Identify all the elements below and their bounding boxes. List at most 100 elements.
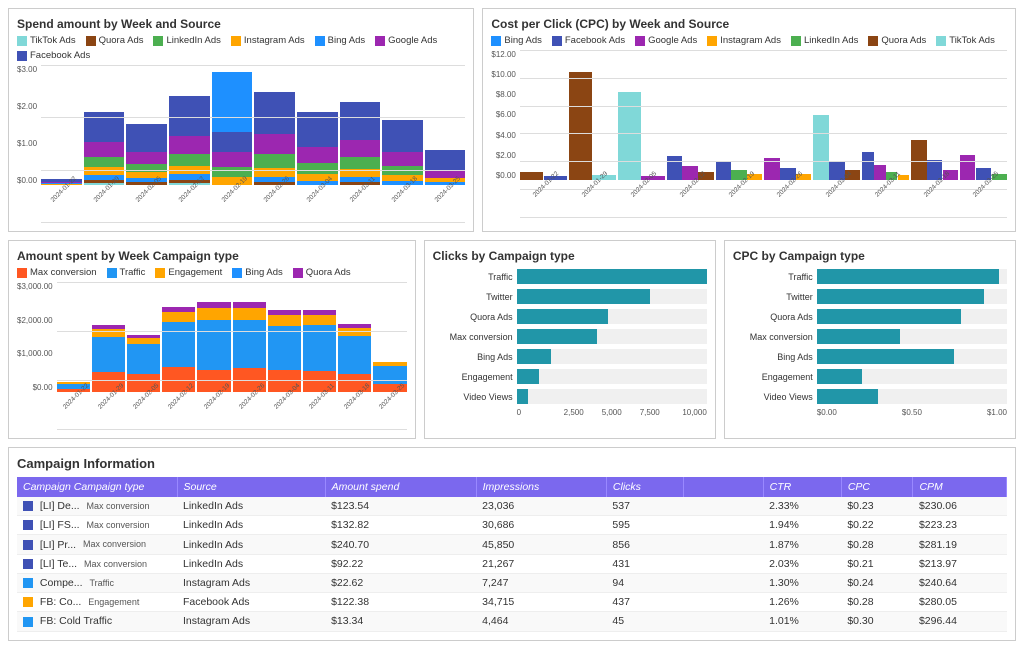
impressions-4: 21,267: [476, 554, 606, 573]
spend-xlabels: 2024-01-22 2024-01-29 2024-02-05 2024-02…: [41, 187, 465, 223]
cpc-row-bing: Bing Ads: [733, 349, 1007, 364]
col-spend: Amount spend: [325, 477, 476, 497]
cpc-1: $0.23: [841, 497, 913, 516]
clicks-3: 856: [606, 535, 683, 554]
col-source: Source: [177, 477, 325, 497]
clicks-5: 94: [606, 573, 683, 592]
cpc-legend-quora: Quora Ads: [868, 35, 926, 46]
cpc-row-quora: Quora Ads: [733, 309, 1007, 324]
empty-1: [683, 497, 763, 516]
cpc-row-twitter: Twitter: [733, 289, 1007, 304]
cpc-legend-tiktok: TikTok Ads: [936, 35, 995, 46]
source-7: Instagram Ads: [177, 612, 325, 631]
cpc-row-engagement: Engagement: [733, 369, 1007, 384]
campaign-name-5: Compe... Traffic: [17, 573, 177, 592]
empty-5: [683, 573, 763, 592]
impressions-2: 30,686: [476, 516, 606, 535]
source-1: LinkedIn Ads: [177, 497, 325, 516]
col-ctr: CTR: [763, 477, 841, 497]
cpc-legend: Bing Ads Facebook Ads Google Ads Instagr…: [491, 35, 1007, 46]
charts-row2: Amount spent by Week Campaign type Max c…: [8, 240, 1016, 439]
empty-4: [683, 554, 763, 573]
campaign-table-section: Campaign Information Campaign Campaign t…: [8, 447, 1016, 641]
source-2: LinkedIn Ads: [177, 516, 325, 535]
cpc-3: $0.28: [841, 535, 913, 554]
clicks-row-bing: Bing Ads: [433, 349, 707, 364]
clicks-row-quora: Quora Ads: [433, 309, 707, 324]
cpc-legend-instagram: Instagram Ads: [707, 35, 781, 46]
cpc-row-video: Video Views: [733, 389, 1007, 404]
amount-campaign-xlabels: 2024-01-22 2024-01-29 2024-02-05 2024-02…: [57, 394, 407, 430]
ctr-3: 1.87%: [763, 535, 841, 554]
table-row: [LI] Pr... Max conversion LinkedIn Ads $…: [17, 535, 1007, 554]
col-empty: [683, 477, 763, 497]
cpc-5: $0.24: [841, 573, 913, 592]
clicks-by-campaign-chart: Clicks by Campaign type Traffic Twitter …: [424, 240, 716, 439]
table-row: Compe... Traffic Instagram Ads $22.62 7,…: [17, 573, 1007, 592]
impressions-6: 34,715: [476, 593, 606, 612]
cpc-campaign-title: CPC by Campaign type: [733, 249, 1007, 263]
legend-bing: Bing Ads: [315, 35, 366, 46]
ctr-7: 1.01%: [763, 612, 841, 631]
legend-linkedin: LinkedIn Ads: [153, 35, 220, 46]
cpc-xlabels: 2024-01-22 2024-01-29 2024-02-05 2024-02…: [520, 182, 1007, 218]
source-6: Facebook Ads: [177, 593, 325, 612]
cpm-1: $230.06: [913, 497, 1007, 516]
impressions-1: 23,036: [476, 497, 606, 516]
spend-chart-title: Spend amount by Week and Source: [17, 17, 465, 31]
table-header-row: Campaign Campaign type Source Amount spe…: [17, 477, 1007, 497]
spend-bars: [41, 65, 465, 185]
clicks-row-engagement: Engagement: [433, 369, 707, 384]
cpc-legend-bing: Bing Ads: [491, 35, 542, 46]
cpc-legend-google: Google Ads: [635, 35, 697, 46]
legend-tiktok: TikTok Ads: [17, 35, 76, 46]
source-3: LinkedIn Ads: [177, 535, 325, 554]
spend-legend: TikTok Ads Quora Ads LinkedIn Ads Instag…: [17, 35, 465, 61]
cpc-legend-linkedin: LinkedIn Ads: [791, 35, 858, 46]
campaign-name-4: [LI] Te... Max conversion: [17, 554, 177, 573]
cpc-2: $0.22: [841, 516, 913, 535]
spend-2: $132.82: [325, 516, 476, 535]
cpc-row-traffic: Traffic: [733, 269, 1007, 284]
spend-6: $122.38: [325, 593, 476, 612]
spend-3: $240.70: [325, 535, 476, 554]
col-cpc: CPC: [841, 477, 913, 497]
cpm-6: $280.05: [913, 593, 1007, 612]
legend-google: Google Ads: [375, 35, 437, 46]
col-impressions: Impressions: [476, 477, 606, 497]
spend-5: $22.62: [325, 573, 476, 592]
legend-quora: Quora Ads: [86, 35, 144, 46]
campaign-name-7: FB: Cold Traffic: [17, 612, 177, 631]
clicks-row-video: Video Views: [433, 389, 707, 404]
cpc-by-week-chart: Cost per Click (CPC) by Week and Source …: [482, 8, 1016, 232]
cpm-4: $213.97: [913, 554, 1007, 573]
table-body: [LI] De... Max conversion LinkedIn Ads $…: [17, 497, 1007, 631]
cpc-7: $0.30: [841, 612, 913, 631]
clicks-row-twitter: Twitter: [433, 289, 707, 304]
col-clicks: Clicks: [606, 477, 683, 497]
clicks-row-maxconv: Max conversion: [433, 329, 707, 344]
cpc-bars: [520, 50, 1007, 180]
ctr-4: 2.03%: [763, 554, 841, 573]
cpc-by-campaign-chart: CPC by Campaign type Traffic Twitter Quo…: [724, 240, 1016, 439]
col-cpm: CPM: [913, 477, 1007, 497]
charts-row1: Spend amount by Week and Source TikTok A…: [8, 8, 1016, 232]
spend-7: $13.34: [325, 612, 476, 631]
empty-2: [683, 516, 763, 535]
col-campaign: Campaign Campaign type: [17, 477, 177, 497]
impressions-3: 45,850: [476, 535, 606, 554]
empty-3: [683, 535, 763, 554]
spend-1: $123.54: [325, 497, 476, 516]
impressions-5: 7,247: [476, 573, 606, 592]
cpm-5: $240.64: [913, 573, 1007, 592]
cpc-6: $0.28: [841, 593, 913, 612]
empty-7: [683, 612, 763, 631]
dashboard: Spend amount by Week and Source TikTok A…: [0, 0, 1024, 649]
spend-by-week-chart: Spend amount by Week and Source TikTok A…: [8, 8, 474, 232]
amount-campaign-bars: [57, 282, 407, 392]
clicks-6: 437: [606, 593, 683, 612]
spend-4: $92.22: [325, 554, 476, 573]
amount-by-campaign-chart: Amount spent by Week Campaign type Max c…: [8, 240, 416, 439]
clicks-row-traffic: Traffic: [433, 269, 707, 284]
ctr-1: 2.33%: [763, 497, 841, 516]
